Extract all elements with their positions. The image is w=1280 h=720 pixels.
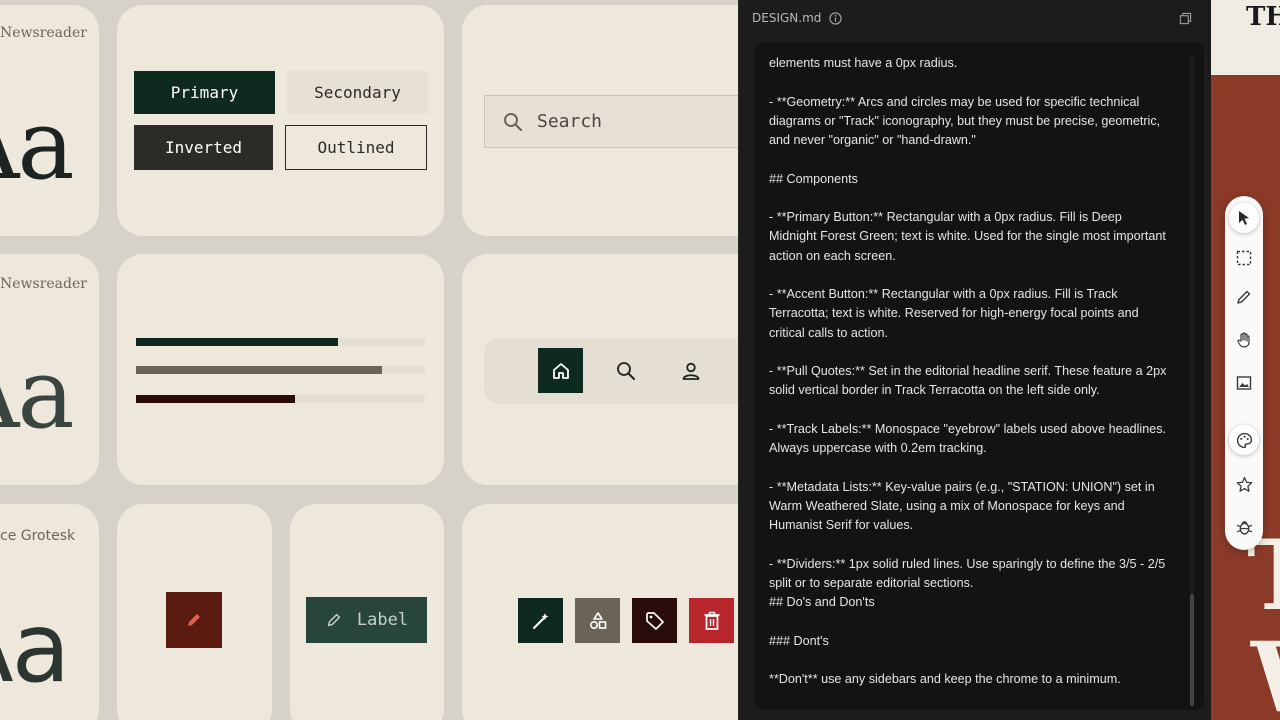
- doc-line: ## Do's and Don'ts: [769, 595, 875, 609]
- search-icon: [616, 361, 635, 380]
- preview-header: TH: [1211, 0, 1280, 75]
- trash-icon: [704, 611, 719, 630]
- delete-button[interactable]: [689, 598, 734, 643]
- search-icon: [504, 112, 523, 131]
- tool-pen[interactable]: [1229, 282, 1259, 312]
- secondary-button[interactable]: Secondary: [287, 71, 428, 114]
- tool-palette-button[interactable]: [1229, 425, 1259, 455]
- doc-line: - **Dividers:** 1px solid ruled lines. U…: [769, 556, 1166, 590]
- search-card: Search: [462, 5, 762, 236]
- progress-fill: [136, 366, 382, 374]
- progress-fill: [136, 338, 339, 346]
- star-icon: [1236, 476, 1252, 492]
- tool-image[interactable]: [1229, 368, 1259, 398]
- search-placeholder: Search: [537, 111, 603, 132]
- panel-header: DESIGN.md: [752, 11, 843, 25]
- font-specimen: Aa: [0, 338, 75, 450]
- info-icon[interactable]: [829, 11, 843, 25]
- pencil-icon: [188, 614, 200, 626]
- tool-marquee[interactable]: [1229, 243, 1259, 273]
- doc-line: **Don't** use any sidebars and keep the …: [769, 672, 1121, 686]
- scrollbar-thumb[interactable]: [1190, 594, 1194, 706]
- font-card-1: Newsreader Aa: [0, 5, 99, 236]
- pen-icon: [1237, 290, 1251, 304]
- home-icon: [552, 362, 569, 379]
- font-card-3: ce Grotesk Aa: [0, 504, 99, 720]
- palette-icon: [1236, 432, 1252, 448]
- tool-select[interactable]: [1229, 203, 1259, 233]
- magic-button[interactable]: [518, 598, 563, 643]
- copy-icon[interactable]: [1179, 12, 1192, 25]
- progress-bar-1: [136, 338, 425, 346]
- nav-card: [462, 254, 762, 485]
- shapes-button[interactable]: [575, 598, 620, 643]
- buttons-card: Primary Secondary Inverted Outlined: [117, 5, 444, 236]
- doc-line: - **Primary Button:** Rectangular with a…: [769, 210, 1166, 263]
- doc-line: ## Components: [769, 171, 858, 186]
- font-name-label: Newsreader: [0, 276, 87, 292]
- tool-debug[interactable]: [1229, 512, 1259, 542]
- doc-line: - **Accent Button:** Rectangular with a …: [769, 287, 1139, 340]
- bottom-nav: [484, 338, 762, 404]
- doc-line: - **Track Labels:** Monospace "eyebrow" …: [769, 421, 1167, 455]
- label-button[interactable]: Label: [306, 597, 427, 643]
- preview-title-fragment: TH: [1246, 2, 1280, 32]
- doc-line: ### Dont's: [769, 633, 829, 648]
- doc-line: elements must have a 0px radius.: [769, 56, 958, 70]
- tool-favorite[interactable]: [1229, 469, 1259, 499]
- icon-button-card: [117, 504, 272, 720]
- nav-home-button[interactable]: [538, 348, 583, 393]
- user-icon: [682, 362, 699, 380]
- icon-actions-card: [462, 504, 762, 720]
- progress-fill: [136, 395, 295, 403]
- cursor-icon: [1239, 211, 1249, 225]
- doc-line: - **Geometry:** Arcs and circles may be …: [769, 94, 1161, 148]
- magic-wand-icon: [532, 612, 548, 629]
- shapes-icon: [589, 611, 606, 629]
- pencil-icon: [327, 613, 341, 627]
- nav-search-button[interactable]: [603, 348, 648, 393]
- progress-bar-2: [136, 366, 425, 374]
- image-icon: [1236, 376, 1252, 390]
- label-button-card: Label: [290, 504, 444, 720]
- font-specimen: Aa: [0, 89, 75, 201]
- font-name-label: ce Grotesk: [0, 528, 76, 544]
- search-input[interactable]: Search: [484, 95, 762, 148]
- doc-line: - **Metadata Lists:** Key-value pairs (e…: [769, 479, 1155, 533]
- font-name-label: Newsreader: [0, 25, 87, 41]
- preview-headline-fragment: W: [1251, 630, 1280, 720]
- edit-accent-button[interactable]: [166, 592, 222, 648]
- inverted-button[interactable]: Inverted: [134, 125, 273, 170]
- label-button-text: Label: [356, 610, 409, 630]
- primary-button[interactable]: Primary: [134, 71, 275, 114]
- scrollbar[interactable]: [1190, 54, 1194, 706]
- tag-button[interactable]: [632, 598, 677, 643]
- panel-title: DESIGN.md: [752, 11, 822, 25]
- font-card-2: Newsreader Aa: [0, 254, 99, 485]
- document-text: elements must have a 0px radius. - **Geo…: [769, 54, 1169, 709]
- tool-hand[interactable]: [1229, 325, 1259, 355]
- bug-icon: [1236, 520, 1252, 535]
- progress-card: [117, 254, 444, 485]
- tag-icon: [645, 611, 664, 630]
- markdown-document[interactable]: elements must have a 0px radius. - **Geo…: [754, 42, 1204, 710]
- font-specimen: Aa: [0, 592, 70, 704]
- outlined-button[interactable]: Outlined: [285, 125, 427, 170]
- hand-icon: [1237, 332, 1250, 348]
- design-md-panel: DESIGN.md elements must have a 0px radiu…: [738, 0, 1211, 720]
- doc-line: - **Pull Quotes:** Set in the editorial …: [769, 364, 1167, 398]
- nav-profile-button[interactable]: [668, 348, 713, 393]
- tool-palette: [1225, 196, 1263, 550]
- progress-bar-3: [136, 395, 425, 403]
- marquee-icon: [1236, 250, 1252, 266]
